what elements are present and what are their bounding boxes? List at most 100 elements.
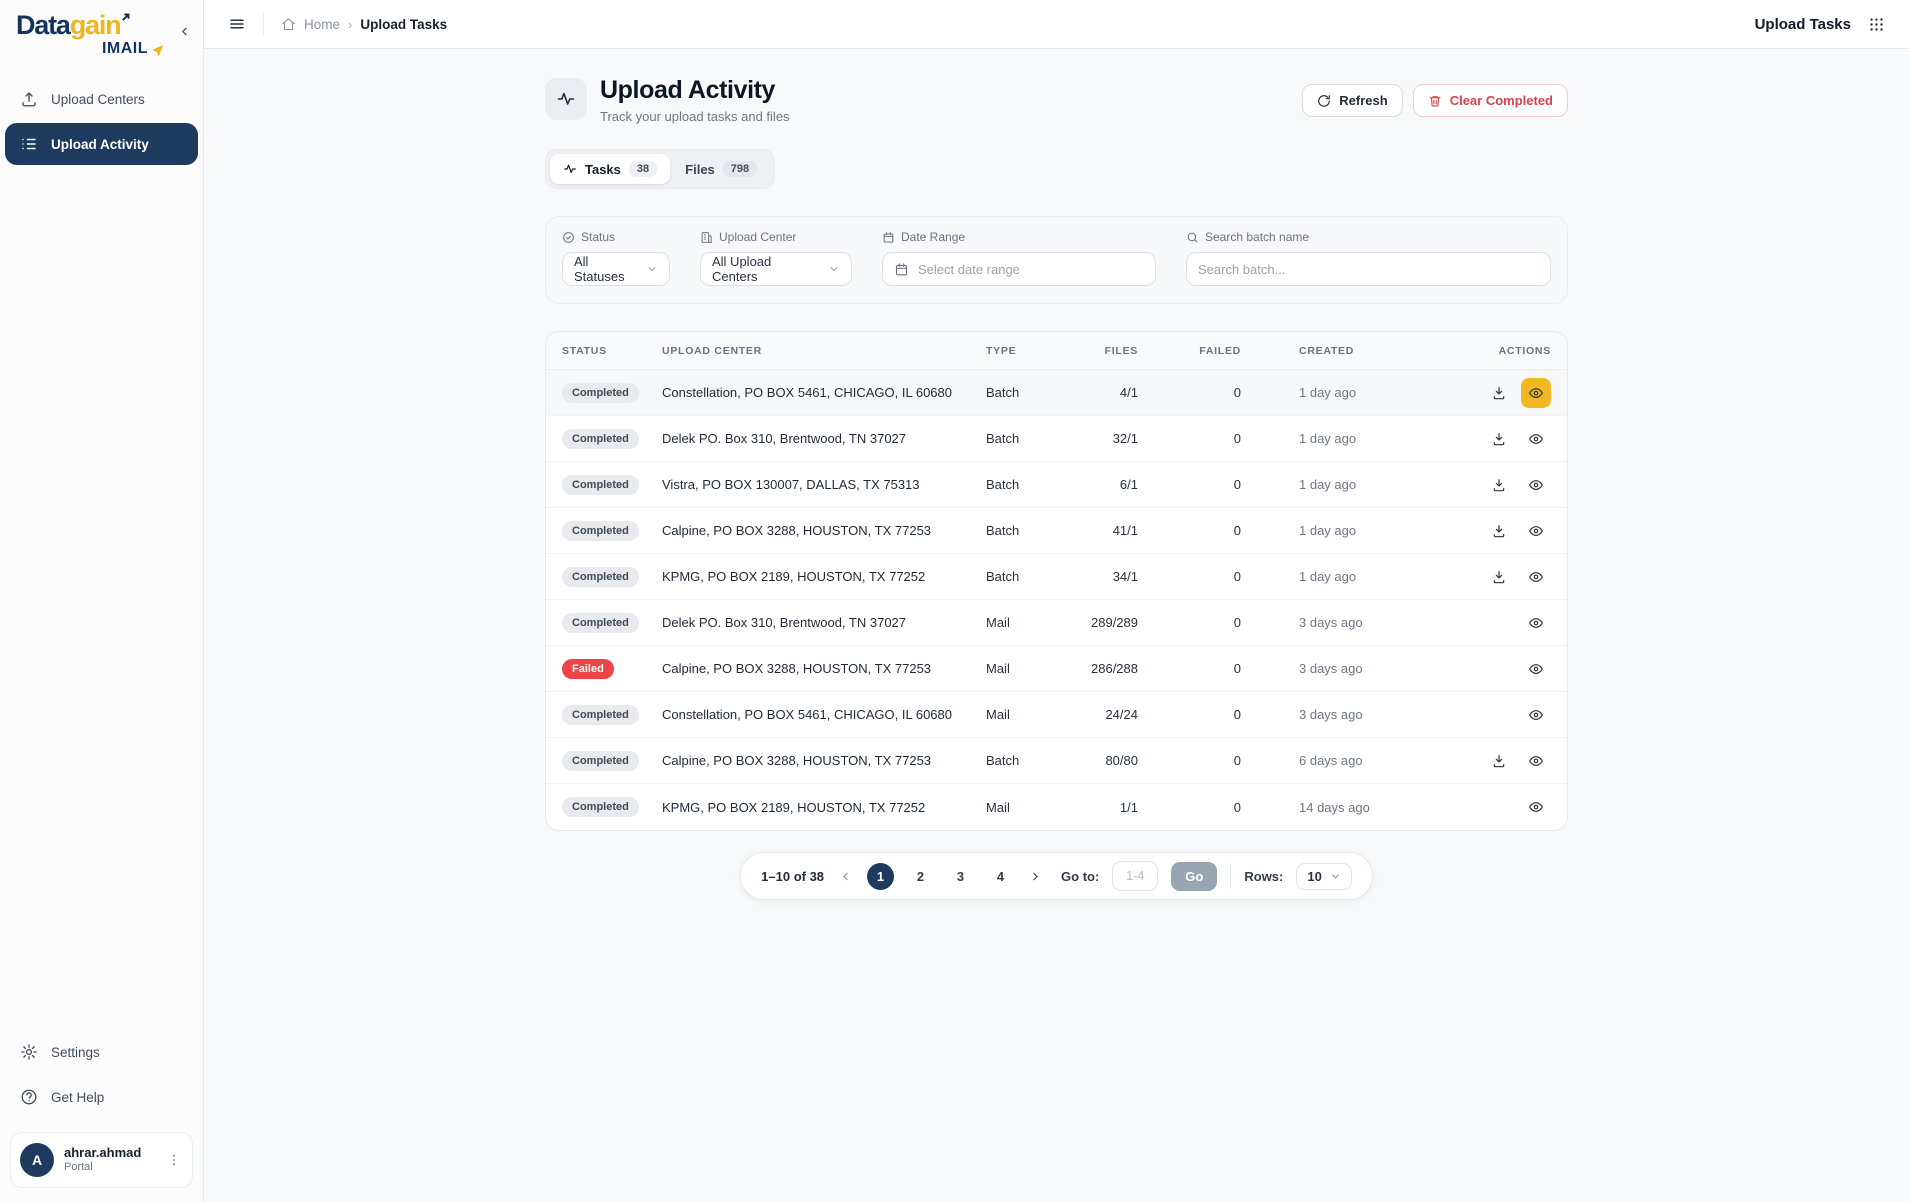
sidebar-item-settings[interactable]: Settings [5,1031,198,1073]
search-input[interactable] [1198,253,1539,285]
upload-center-cell: Calpine, PO BOX 3288, HOUSTON, TX 77253 [662,523,932,538]
created-cell: 3 days ago [1299,615,1363,630]
table-row[interactable]: Completed Delek PO. Box 310, Brentwood, … [546,600,1567,646]
upload-center-cell: KPMG, PO BOX 2189, HOUSTON, TX 77252 [662,569,926,584]
view-button[interactable] [1521,700,1551,730]
view-button[interactable] [1521,654,1551,684]
files-cell: 32/1 [1112,431,1138,446]
eye-icon [1528,385,1544,401]
upload-icon [20,90,38,108]
status-badge: Completed [562,704,639,725]
status-badge: Failed [562,658,614,679]
view-button[interactable] [1521,746,1551,776]
home-icon [281,17,296,32]
clear-completed-button[interactable]: Clear Completed [1412,84,1568,117]
help-circle-icon [20,1088,38,1106]
view-button[interactable] [1521,608,1551,638]
download-button[interactable] [1484,746,1514,776]
upload-center-select[interactable]: All Upload Centers [700,252,852,286]
page-header: Upload Activity Track your upload tasks … [545,76,1568,124]
activity-pulse-icon [563,162,577,176]
eye-icon [1528,707,1544,723]
download-button[interactable] [1484,516,1514,546]
refresh-button[interactable]: Refresh [1302,84,1403,117]
activity-pulse-icon [545,78,587,120]
table-row[interactable]: Completed KPMG, PO BOX 2189, HOUSTON, TX… [546,554,1567,600]
kebab-icon [167,1153,181,1167]
user-menu-button[interactable] [165,1151,183,1169]
content: Upload Activity Track your upload tasks … [545,49,1568,900]
tab-tasks[interactable]: Tasks 38 [550,154,671,184]
table-row[interactable]: Completed Calpine, PO BOX 3288, HOUSTON,… [546,738,1567,784]
download-button[interactable] [1484,470,1514,500]
table-row[interactable]: Completed KPMG, PO BOX 2189, HOUSTON, TX… [546,784,1567,830]
prev-page-button[interactable] [837,870,854,883]
page-button-1[interactable]: 1 [867,862,895,890]
search-input-wrap [1186,252,1551,286]
table-row[interactable]: Completed Vistra, PO BOX 130007, DALLAS,… [546,462,1567,508]
table-row[interactable]: Completed Delek PO. Box 310, Brentwood, … [546,416,1567,462]
tab-count-badge: 798 [722,161,758,177]
sidebar-item-upload-activity[interactable]: Upload Activity [5,123,198,165]
chevron-down-icon [1330,871,1341,882]
files-cell: 24/24 [1105,707,1138,722]
app-root: Datagain IMAIL Upload Centers Upload Act… [0,0,1909,1202]
download-button[interactable] [1484,424,1514,454]
page-button-2[interactable]: 2 [907,863,934,890]
sidebar-item-label: Upload Activity [51,136,149,152]
sidebar-item-get-help[interactable]: Get Help [5,1076,198,1118]
page-button-4[interactable]: 4 [987,863,1014,890]
table-row[interactable]: Failed Calpine, PO BOX 3288, HOUSTON, TX… [546,646,1567,692]
date-range-input[interactable]: Select date range [882,252,1156,286]
sidebar-collapse-button[interactable] [173,20,195,42]
failed-cell: 0 [1233,569,1241,584]
upload-center-cell: Constellation, PO BOX 5461, CHICAGO, IL … [662,707,952,722]
failed-cell: 0 [1233,661,1241,676]
created-cell: 1 day ago [1299,569,1357,584]
eye-icon [1528,661,1544,677]
table-row[interactable]: Completed Constellation, PO BOX 5461, CH… [546,370,1567,416]
column-header: FAILED [1199,344,1241,357]
type-cell: Mail [986,661,1010,676]
status-badge: Completed [562,382,639,403]
calendar-icon [882,231,895,244]
divider [263,12,264,36]
next-page-button[interactable] [1027,870,1044,883]
download-icon [1491,477,1507,493]
pagination: 1–10 of 38 1 2 3 4 Go to: Go Rows: 10 [740,852,1373,900]
download-button[interactable] [1484,562,1514,592]
page-button-3[interactable]: 3 [947,863,974,890]
apps-grid-button[interactable] [1868,16,1885,33]
files-cell: 4/1 [1119,385,1138,400]
view-button[interactable] [1521,377,1551,408]
trash-icon [1428,94,1442,108]
view-button[interactable] [1521,424,1551,454]
view-button[interactable] [1521,792,1551,822]
goto-page-input[interactable] [1112,861,1159,891]
status-select[interactable]: All Statuses [562,252,670,286]
user-card[interactable]: A ahrar.ahmad Portal [10,1132,193,1188]
breadcrumb: Home › Upload Tasks [281,17,447,32]
view-button[interactable] [1521,516,1551,546]
topbar-title: Upload Tasks [1754,15,1851,33]
download-icon [1491,431,1507,447]
status-badge: Completed [562,428,639,449]
status-badge: Completed [562,612,639,633]
tab-files[interactable]: Files 798 [672,154,770,184]
download-button[interactable] [1484,378,1514,408]
files-cell: 289/289 [1091,615,1138,630]
breadcrumb-home[interactable]: Home [304,17,340,32]
view-button[interactable] [1521,562,1551,592]
table-row[interactable]: Completed Calpine, PO BOX 3288, HOUSTON,… [546,508,1567,554]
table-row[interactable]: Completed Constellation, PO BOX 5461, CH… [546,692,1567,738]
sidebar-item-upload-centers[interactable]: Upload Centers [5,78,198,120]
type-cell: Batch [986,431,1020,446]
go-button[interactable]: Go [1171,861,1218,891]
topbar: Home › Upload Tasks Upload Tasks [204,0,1909,49]
view-button[interactable] [1521,470,1551,500]
download-icon [1491,523,1507,539]
hamburger-button[interactable] [228,15,246,33]
failed-cell: 0 [1233,615,1241,630]
divider [1230,863,1232,889]
rows-per-page-select[interactable]: 10 [1296,862,1352,890]
